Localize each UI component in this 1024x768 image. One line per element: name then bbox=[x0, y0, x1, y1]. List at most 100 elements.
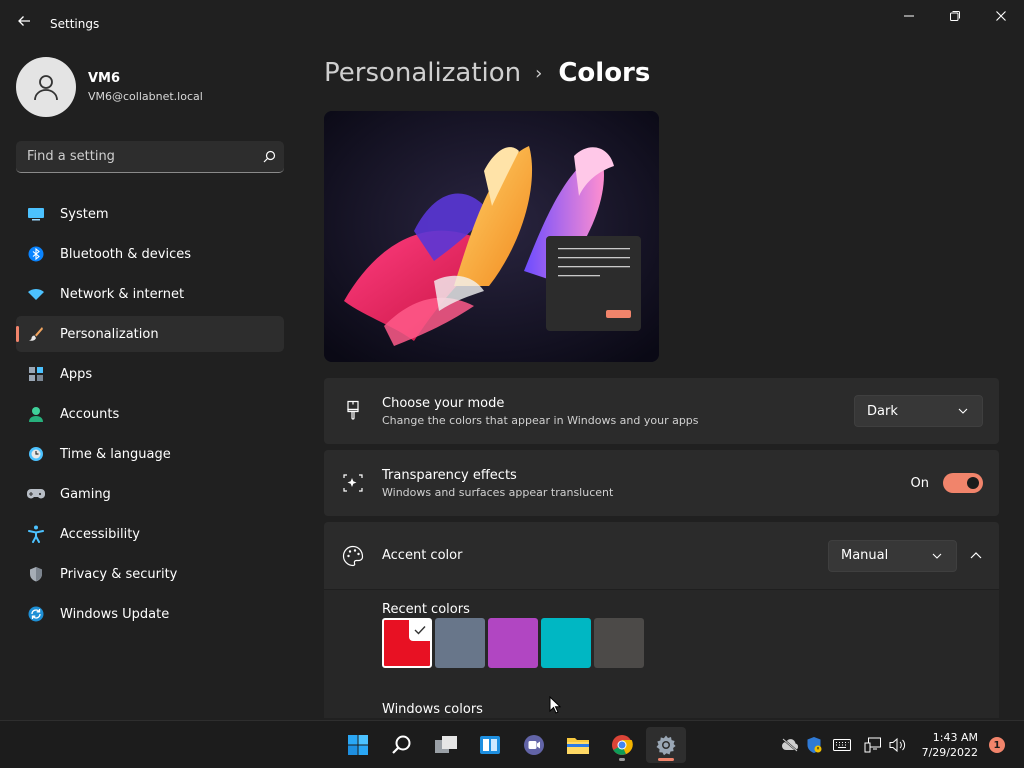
sidebar-item-label: Windows Update bbox=[60, 606, 170, 622]
chrome-button[interactable] bbox=[602, 727, 642, 763]
update-icon bbox=[26, 604, 46, 624]
restore-button[interactable] bbox=[935, 6, 975, 26]
sidebar-item-label: Accessibility bbox=[60, 526, 140, 542]
bluetooth-icon bbox=[26, 244, 46, 264]
sidebar-item-label: Bluetooth & devices bbox=[60, 246, 191, 262]
sidebar-item-accounts[interactable]: Accounts bbox=[16, 396, 284, 432]
sidebar-item-network[interactable]: Network & internet bbox=[16, 276, 284, 312]
recent-color-swatch[interactable] bbox=[435, 618, 485, 668]
sidebar-item-apps[interactable]: Apps bbox=[16, 356, 284, 392]
paintbrush-icon bbox=[347, 400, 359, 420]
person-icon bbox=[34, 75, 58, 101]
task-view-icon bbox=[435, 736, 457, 753]
clock-globe-icon bbox=[26, 444, 46, 464]
monitor-icon bbox=[26, 204, 46, 224]
running-indicator bbox=[619, 758, 625, 761]
widgets-button[interactable] bbox=[470, 727, 510, 763]
transparency-subtitle: Windows and surfaces appear translucent bbox=[382, 485, 614, 499]
recent-colors bbox=[382, 618, 647, 668]
breadcrumb-parent[interactable]: Personalization bbox=[324, 58, 521, 88]
profile-email: VM6@collabnet.local bbox=[88, 90, 203, 103]
input-indicator[interactable] bbox=[833, 736, 851, 754]
chevron-down-icon bbox=[958, 408, 968, 414]
recent-color-swatch[interactable] bbox=[541, 618, 591, 668]
accessibility-icon bbox=[26, 524, 46, 544]
volume-icon bbox=[889, 737, 906, 753]
chrome-icon bbox=[612, 735, 633, 755]
sidebar-item-label: Privacy & security bbox=[60, 566, 178, 582]
accent-header[interactable]: Accent color Manual bbox=[324, 522, 999, 589]
chat-icon bbox=[524, 735, 544, 755]
taskbar-search-button[interactable] bbox=[382, 727, 422, 763]
toggle-knob bbox=[967, 477, 979, 489]
brush-icon bbox=[26, 324, 46, 344]
transparency-card: Transparency effects Windows and surface… bbox=[324, 450, 999, 516]
accent-body: Recent colors Windows colors bbox=[324, 589, 999, 718]
recent-color-swatch[interactable] bbox=[488, 618, 538, 668]
sidebar-item-label: System bbox=[60, 206, 109, 222]
collapse-button[interactable] bbox=[961, 541, 991, 571]
windows-start-icon bbox=[348, 735, 368, 755]
sidebar-item-time-language[interactable]: Time & language bbox=[16, 436, 284, 472]
keyboard-icon bbox=[833, 739, 851, 751]
recent-color-swatch[interactable] bbox=[382, 618, 432, 668]
task-view-button[interactable] bbox=[426, 727, 466, 763]
apps-icon bbox=[26, 364, 46, 384]
theme-preview bbox=[324, 111, 659, 362]
main-content: Personalization › Colors Choose your mod… bbox=[324, 48, 1024, 718]
wallpaper-bloom-image bbox=[324, 111, 659, 362]
nav-list: System Bluetooth & devices Network & int… bbox=[16, 196, 284, 636]
page-title: Colors bbox=[558, 58, 651, 88]
wifi-icon bbox=[26, 284, 46, 304]
network-status[interactable] bbox=[864, 736, 882, 754]
close-button[interactable] bbox=[981, 6, 1021, 26]
recent-color-swatch[interactable] bbox=[594, 618, 644, 668]
windows-colors-heading: Windows colors bbox=[382, 702, 483, 717]
notification-badge[interactable]: 1 bbox=[989, 737, 1005, 753]
network-icon bbox=[864, 737, 881, 753]
arrow-left-icon bbox=[18, 16, 30, 26]
search-button[interactable] bbox=[254, 150, 284, 163]
sidebar-item-windows-update[interactable]: Windows Update bbox=[16, 596, 284, 632]
avatar bbox=[16, 57, 76, 117]
sparkle-icon bbox=[343, 474, 363, 492]
accent-title: Accent color bbox=[382, 548, 463, 563]
onedrive-status[interactable] bbox=[781, 736, 799, 754]
defender-icon bbox=[807, 737, 822, 753]
settings-taskbar-button[interactable] bbox=[646, 727, 686, 763]
search-input[interactable] bbox=[16, 149, 254, 164]
restore-icon bbox=[950, 11, 960, 21]
widgets-icon bbox=[480, 736, 500, 754]
sidebar-item-bluetooth[interactable]: Bluetooth & devices bbox=[16, 236, 284, 272]
close-icon bbox=[996, 11, 1006, 21]
minimize-button[interactable] bbox=[889, 6, 929, 26]
sidebar-item-accessibility[interactable]: Accessibility bbox=[16, 516, 284, 552]
transparency-state-label: On bbox=[910, 475, 929, 491]
clock-date: 7/29/2022 bbox=[921, 746, 978, 759]
sidebar-item-personalization[interactable]: Personalization bbox=[16, 316, 284, 352]
clock-time: 1:43 AM bbox=[932, 731, 978, 744]
account-icon bbox=[26, 404, 46, 424]
transparency-toggle[interactable] bbox=[943, 473, 983, 493]
breadcrumb-separator: › bbox=[535, 62, 543, 84]
sidebar-item-gaming[interactable]: Gaming bbox=[16, 476, 284, 512]
start-button[interactable] bbox=[338, 727, 378, 763]
accent-dropdown-value: Manual bbox=[841, 548, 889, 563]
chevron-up-icon bbox=[970, 552, 982, 559]
accent-dropdown[interactable]: Manual bbox=[828, 539, 957, 572]
sidebar-item-label: Accounts bbox=[60, 406, 120, 422]
cloud-offline-icon bbox=[782, 738, 799, 752]
defender-status[interactable] bbox=[805, 736, 823, 754]
taskbar-clock[interactable]: 1:43 AM 7/29/2022 bbox=[922, 730, 978, 760]
app-title: Settings bbox=[50, 17, 100, 31]
sidebar-item-system[interactable]: System bbox=[16, 196, 284, 232]
mode-dropdown[interactable]: Dark bbox=[854, 395, 983, 427]
taskbar: 1:43 AM 7/29/2022 1 bbox=[0, 720, 1024, 768]
user-profile[interactable]: VM6 VM6@collabnet.local bbox=[16, 57, 203, 117]
file-explorer-button[interactable] bbox=[558, 727, 598, 763]
checkmark-icon bbox=[414, 626, 426, 635]
volume-control[interactable] bbox=[889, 736, 907, 754]
chat-button[interactable] bbox=[514, 727, 554, 763]
back-button[interactable] bbox=[14, 14, 34, 34]
sidebar-item-privacy-security[interactable]: Privacy & security bbox=[16, 556, 284, 592]
